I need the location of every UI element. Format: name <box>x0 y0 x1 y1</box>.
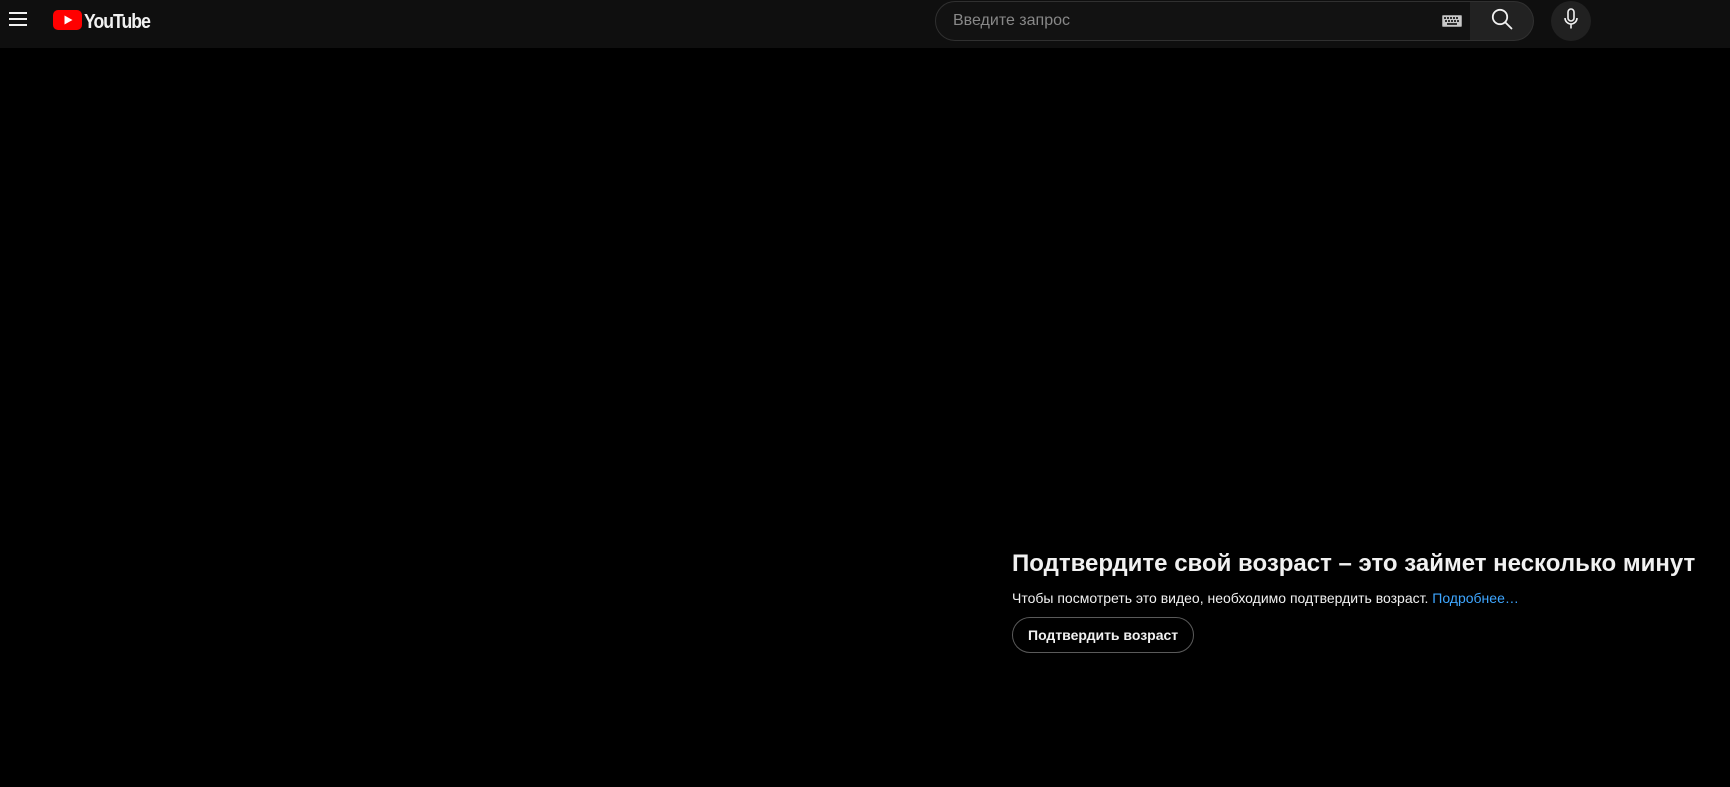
age-verification-title: Подтвердите свой возраст – это займет не… <box>1012 550 1696 577</box>
age-verification-panel: Подтвердите свой возраст – это займет не… <box>1012 548 1712 653</box>
search-icon <box>1491 8 1513 35</box>
masthead: YouTube <box>0 0 1730 48</box>
microphone-icon <box>1563 7 1579 35</box>
search-input[interactable] <box>936 2 1436 40</box>
keyboard-icon[interactable] <box>1441 12 1463 30</box>
age-description-text: Чтобы посмотреть это видео, необходимо п… <box>1012 590 1433 606</box>
voice-search-button[interactable] <box>1551 1 1591 41</box>
logo-wordmark: YouTube <box>84 10 151 33</box>
youtube-play-icon <box>53 9 82 35</box>
age-verification-description: Чтобы посмотреть это видео, необходимо п… <box>1012 588 1712 608</box>
hamburger-menu-icon <box>9 11 27 31</box>
search-box <box>935 1 1471 41</box>
menu-button[interactable] <box>0 0 36 42</box>
video-player <box>0 48 1730 787</box>
search-button[interactable] <box>1470 1 1534 41</box>
learn-more-link[interactable]: Подробнее… <box>1432 590 1519 606</box>
confirm-age-button[interactable]: Подтвердить возраст <box>1012 617 1195 653</box>
youtube-logo[interactable]: YouTube <box>53 9 159 35</box>
